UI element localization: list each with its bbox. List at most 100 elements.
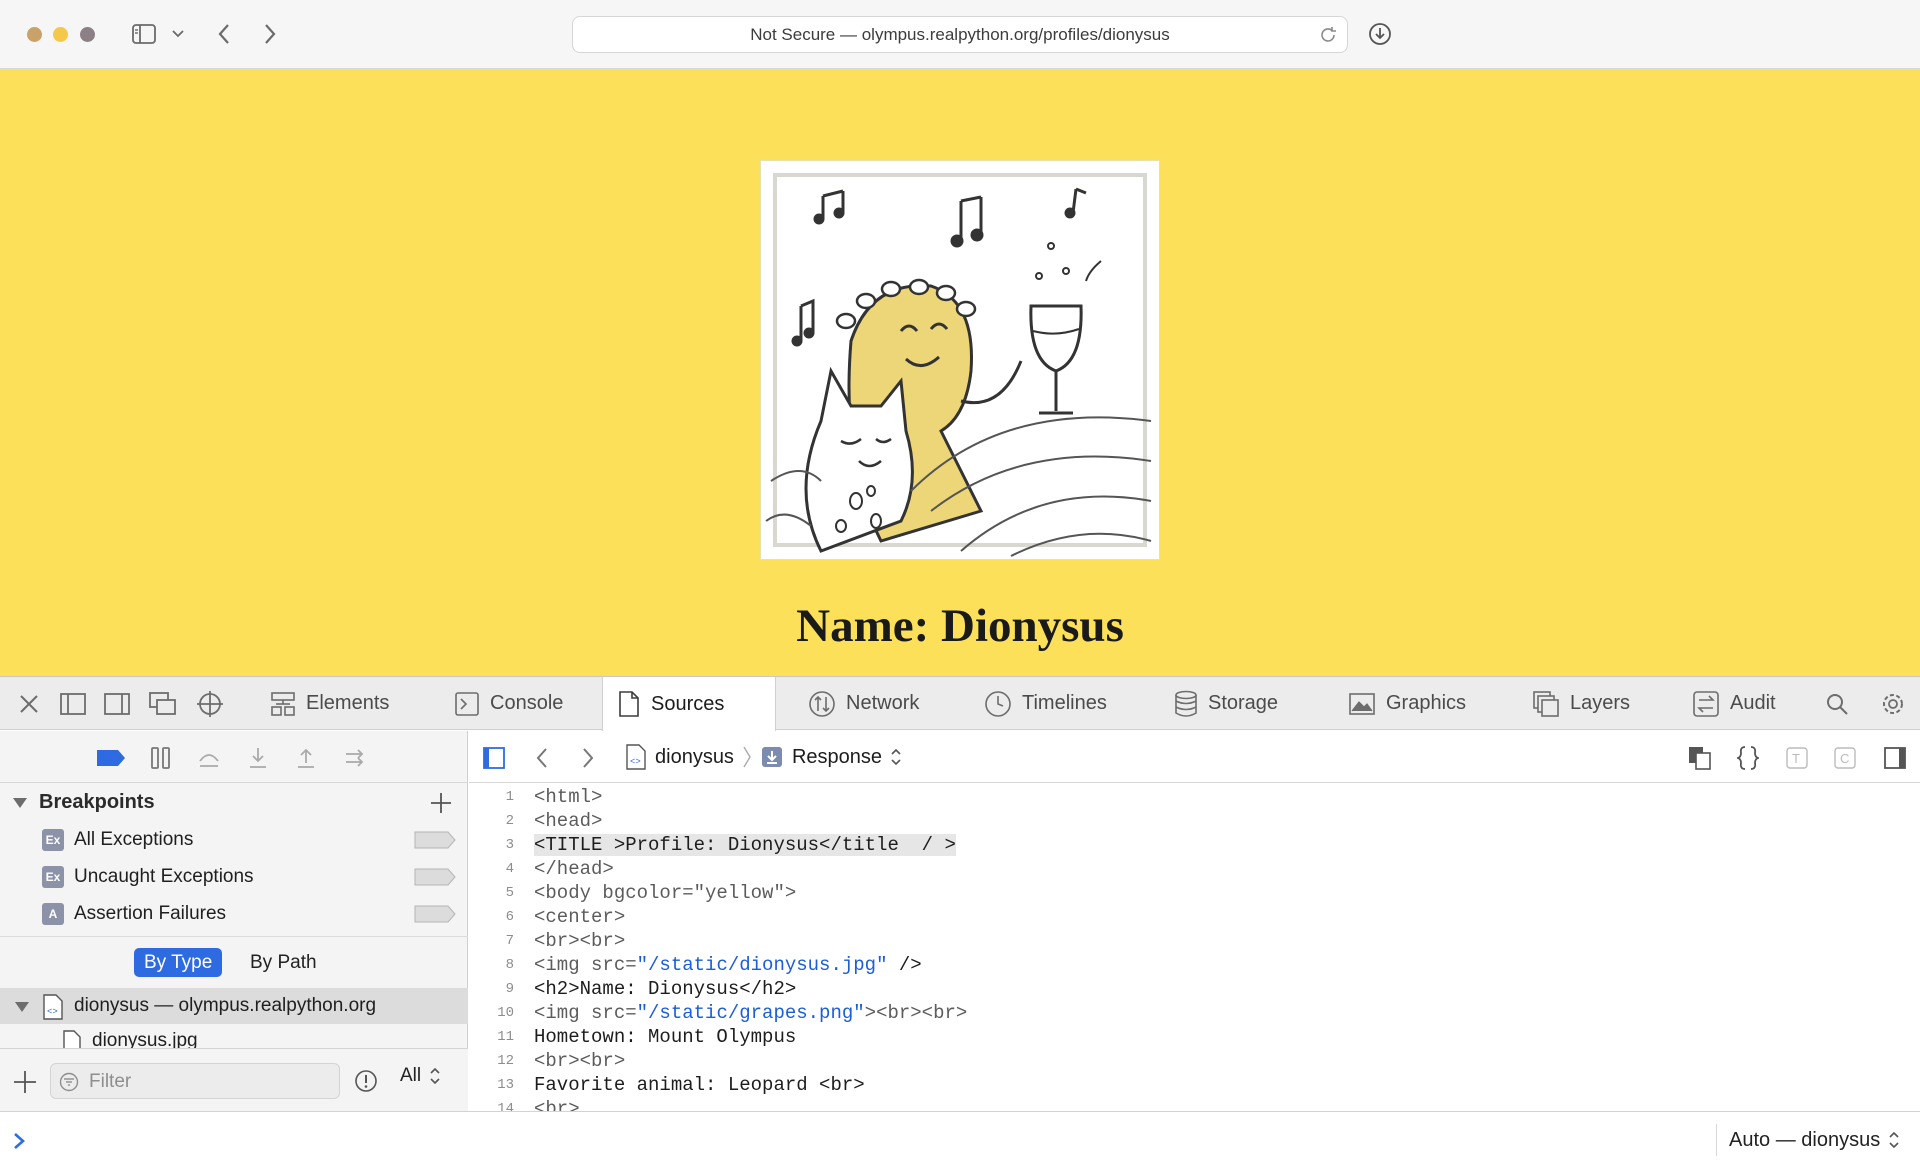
breakpoint-label: Uncaught Exceptions bbox=[74, 866, 254, 887]
dock-left-icon[interactable] bbox=[58, 689, 88, 719]
line-number: 5 bbox=[505, 885, 514, 901]
code-line-highlighted: 3 <TITLE >Profile: Dionysus</title / > bbox=[469, 834, 1920, 858]
source-code-view[interactable]: 1 <html> 2 <head> 3 <TITLE >Profile: Dionys… bbox=[469, 784, 1920, 1111]
elements-icon bbox=[271, 691, 295, 716]
profile-image bbox=[760, 160, 1160, 560]
breakpoint-row[interactable]: A Assertion Failures bbox=[0, 895, 468, 932]
breakpoint-marker-icon[interactable] bbox=[414, 868, 456, 891]
details-sidebar-icon[interactable] bbox=[1880, 743, 1910, 773]
step-over-icon[interactable] bbox=[194, 743, 224, 773]
code-coverage-icon[interactable]: C bbox=[1830, 743, 1860, 773]
line-number: 1 bbox=[505, 789, 514, 805]
breadcrumb-file[interactable]: dionysus bbox=[655, 746, 734, 769]
tag-token: ><br><br> bbox=[864, 1002, 968, 1024]
window-close-button[interactable] bbox=[27, 27, 42, 42]
navigator-toggle-icon[interactable] bbox=[479, 743, 509, 773]
code-line: 10 <img src="/static/grapes.png"><br><br> bbox=[469, 1002, 1920, 1026]
tab-audit[interactable]: Audit bbox=[1678, 677, 1790, 730]
svg-text:C: C bbox=[1840, 751, 1849, 766]
forward-icon[interactable] bbox=[573, 743, 603, 773]
element-picker-icon[interactable] bbox=[195, 689, 225, 719]
line-number: 10 bbox=[497, 1005, 514, 1021]
tab-network[interactable]: Network bbox=[794, 677, 933, 730]
code-line: 11 Hometown: Mount Olympus bbox=[469, 1026, 1920, 1050]
filter-input[interactable] bbox=[89, 1070, 329, 1094]
add-breakpoint-icon[interactable] bbox=[429, 791, 453, 815]
code-text: Favorite animal: Leopard <br> bbox=[534, 1074, 865, 1096]
filter-icon bbox=[59, 1072, 79, 1097]
tab-label: Audit bbox=[1730, 692, 1776, 714]
breakpoint-row[interactable]: Ex All Exceptions bbox=[0, 821, 468, 858]
line-number: 14 bbox=[497, 1101, 514, 1111]
warning-icon[interactable] bbox=[354, 1069, 378, 1098]
download-icon[interactable] bbox=[1364, 18, 1396, 50]
console-prompt-bar: Auto — dionysus bbox=[0, 1111, 1920, 1167]
pretty-print-icon[interactable] bbox=[1733, 743, 1763, 773]
page-viewport: Name: Dionysus bbox=[0, 69, 1920, 676]
code-line: 1 <html> bbox=[469, 786, 1920, 810]
tab-elements[interactable]: Elements bbox=[256, 677, 403, 730]
stepper-chevron-icon[interactable] bbox=[890, 747, 902, 767]
execution-context-select[interactable]: Auto — dionysus bbox=[1716, 1124, 1900, 1156]
type-profiler-icon[interactable]: T bbox=[1782, 743, 1812, 773]
disclosure-triangle-icon[interactable] bbox=[14, 1000, 30, 1018]
by-type-button[interactable]: By Type bbox=[134, 948, 223, 977]
search-icon[interactable] bbox=[1822, 689, 1852, 719]
exception-icon: Ex bbox=[42, 866, 64, 888]
pause-icon[interactable] bbox=[146, 743, 176, 773]
copy-icon[interactable] bbox=[1685, 743, 1715, 773]
by-path-button[interactable]: By Path bbox=[250, 948, 317, 977]
code-line: 14 <br> bbox=[469, 1098, 1920, 1111]
tab-layers[interactable]: Layers bbox=[1518, 677, 1644, 730]
tab-label: Graphics bbox=[1386, 692, 1467, 714]
tab-graphics[interactable]: Graphics bbox=[1334, 677, 1480, 730]
forward-icon[interactable] bbox=[254, 18, 286, 50]
tab-storage[interactable]: Storage bbox=[1160, 677, 1292, 730]
tab-console[interactable]: Console bbox=[440, 677, 577, 730]
console-input[interactable] bbox=[36, 1128, 1686, 1154]
line-number: 3 bbox=[505, 837, 514, 853]
resource-tree-item[interactable]: <> dionysus — olympus.realpython.org bbox=[0, 988, 468, 1024]
tab-timelines[interactable]: Timelines bbox=[970, 677, 1121, 730]
breadcrumb-mode[interactable]: Response bbox=[792, 746, 882, 769]
step-icon[interactable] bbox=[340, 743, 370, 773]
breakpoint-marker-icon[interactable] bbox=[414, 831, 456, 854]
filter-scope-select[interactable]: All bbox=[400, 1065, 441, 1087]
breakpoints-toggle-icon[interactable] bbox=[96, 743, 126, 773]
svg-text:T: T bbox=[1792, 751, 1800, 766]
window-zoom-button[interactable] bbox=[80, 27, 95, 42]
back-icon[interactable] bbox=[208, 18, 240, 50]
text-token: /> bbox=[887, 954, 922, 976]
sidebar-icon[interactable] bbox=[128, 18, 160, 50]
dock-right-icon[interactable] bbox=[102, 689, 132, 719]
code-text: <html> bbox=[534, 786, 603, 808]
breakpoint-row[interactable]: Ex Uncaught Exceptions bbox=[0, 858, 468, 895]
disclosure-triangle-icon[interactable] bbox=[12, 796, 28, 814]
code-text: <body bgcolor="yellow"> bbox=[534, 882, 797, 904]
step-into-icon[interactable] bbox=[243, 743, 273, 773]
breakpoints-section-header[interactable]: Breakpoints bbox=[0, 783, 468, 821]
filter-field[interactable] bbox=[50, 1063, 340, 1099]
undock-icon[interactable] bbox=[148, 689, 178, 719]
tab-label: Storage bbox=[1208, 692, 1279, 714]
tag-token: <img src= bbox=[534, 1002, 637, 1024]
code-text: <img src="/static/dionysus.jpg" /> bbox=[534, 954, 922, 976]
resource-label: dionysus.jpg bbox=[92, 1030, 198, 1048]
address-bar[interactable]: Not Secure — olympus.realpython.org/prof… bbox=[572, 16, 1348, 53]
breakpoint-marker-icon[interactable] bbox=[414, 905, 456, 928]
line-number: 13 bbox=[497, 1077, 514, 1093]
document-icon: <> bbox=[42, 994, 64, 1025]
window-minimize-button[interactable] bbox=[53, 27, 68, 42]
browser-toolbar: Not Secure — olympus.realpython.org/prof… bbox=[0, 0, 1920, 69]
code-text: Hometown: Mount Olympus bbox=[534, 1026, 797, 1048]
back-icon[interactable] bbox=[527, 743, 557, 773]
resource-tree-item[interactable]: dionysus.jpg bbox=[0, 1024, 468, 1048]
code-text: <h2>Name: Dionysus</h2> bbox=[534, 978, 797, 1000]
gear-icon[interactable] bbox=[1878, 689, 1908, 719]
step-out-icon[interactable] bbox=[291, 743, 321, 773]
chevron-down-icon[interactable] bbox=[168, 18, 188, 50]
reload-icon[interactable] bbox=[1317, 24, 1339, 46]
tab-sources[interactable]: Sources bbox=[602, 677, 776, 731]
close-icon[interactable] bbox=[14, 689, 44, 719]
add-icon[interactable] bbox=[12, 1069, 38, 1095]
